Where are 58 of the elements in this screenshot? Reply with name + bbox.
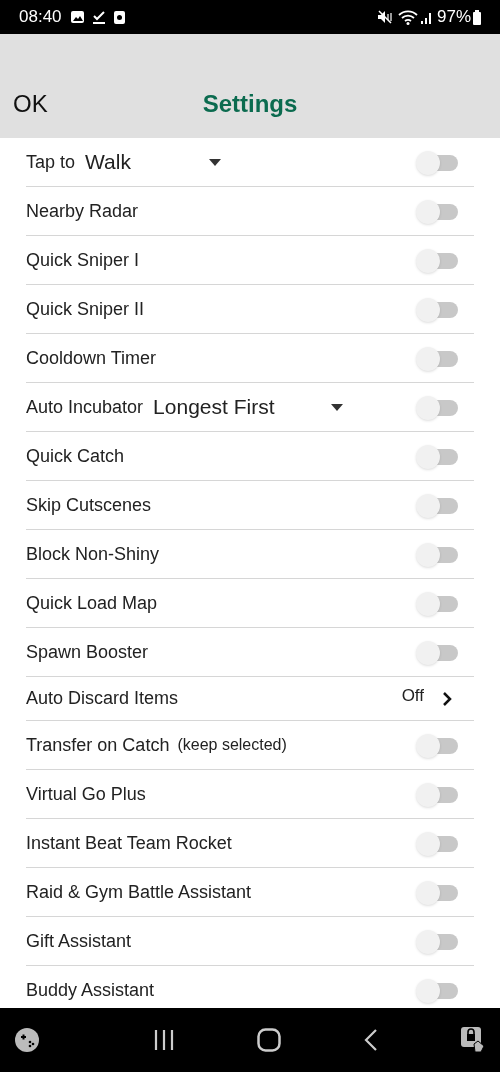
ok-button[interactable]: OK <box>13 86 48 122</box>
setting-label: Auto Discard Items <box>26 687 179 710</box>
game-controller-icon[interactable] <box>14 1027 40 1053</box>
setting-label: Cooldown Timer <box>26 346 157 370</box>
image-icon <box>70 11 84 23</box>
status-time: 08:40 <box>19 6 62 29</box>
toggle-switch[interactable] <box>416 492 460 518</box>
toggle-switch[interactable] <box>416 443 460 469</box>
header-title: Settings <box>202 89 298 119</box>
setting-label: Quick Load Map <box>26 591 158 615</box>
chevron-right-icon[interactable] <box>442 690 452 707</box>
setting-label: Tap to <box>26 150 76 174</box>
setting-note: (keep selected) <box>177 735 287 755</box>
setting-label: Buddy Assistant <box>26 978 155 1002</box>
toggle-switch[interactable] <box>416 394 460 420</box>
setting-value[interactable]: Off <box>401 682 424 709</box>
toggle-switch[interactable] <box>416 977 460 1003</box>
toggle-switch[interactable] <box>416 732 460 758</box>
download-check-icon <box>92 10 105 24</box>
toggle-switch[interactable] <box>416 247 460 273</box>
toggle-switch[interactable] <box>416 928 460 954</box>
setting-label: Quick Sniper II <box>26 297 145 321</box>
setting-label: Gift Assistant <box>26 929 132 953</box>
toggle-switch[interactable] <box>416 781 460 807</box>
wifi-icon <box>397 9 418 25</box>
setting-label: Block Non-Shiny <box>26 542 160 566</box>
setting-label: Skip Cutscenes <box>26 493 152 517</box>
signal-icon <box>420 10 433 24</box>
setting-label: Virtual Go Plus <box>26 782 146 806</box>
toggle-switch[interactable] <box>416 639 460 665</box>
toggle-switch[interactable] <box>416 590 460 616</box>
home-icon[interactable] <box>257 1028 281 1052</box>
toggle-switch[interactable] <box>416 879 460 905</box>
toggle-switch[interactable] <box>416 345 460 371</box>
touch-lock-icon[interactable] <box>460 1026 486 1054</box>
setting-label: Transfer on Catch <box>26 733 170 757</box>
battery-percent: 97% <box>436 6 471 29</box>
dropdown-caret-icon <box>209 158 222 166</box>
setting-label: Raid & Gym Battle Assistant <box>26 880 252 904</box>
dropdown-select[interactable]: Longest First <box>153 391 344 423</box>
camera-icon <box>113 10 125 24</box>
toggle-switch[interactable] <box>416 830 460 856</box>
recent-apps-icon[interactable] <box>152 1030 175 1050</box>
dropdown-caret-icon <box>331 403 344 411</box>
setting-label: Quick Catch <box>26 444 125 468</box>
battery-icon <box>473 9 481 25</box>
setting-label: Auto Incubator <box>26 395 144 419</box>
setting-label: Spawn Booster <box>26 640 149 664</box>
mute-icon <box>376 10 393 24</box>
setting-label: Instant Beat Team Rocket <box>26 831 232 855</box>
toggle-switch[interactable] <box>416 149 460 175</box>
dropdown-select[interactable]: Walk <box>85 146 222 178</box>
setting-label: Quick Sniper I <box>26 248 140 272</box>
toggle-switch[interactable] <box>416 296 460 322</box>
back-icon[interactable] <box>363 1029 378 1051</box>
toggle-switch[interactable] <box>416 198 460 224</box>
setting-label: Nearby Radar <box>26 199 139 223</box>
toggle-switch[interactable] <box>416 541 460 567</box>
